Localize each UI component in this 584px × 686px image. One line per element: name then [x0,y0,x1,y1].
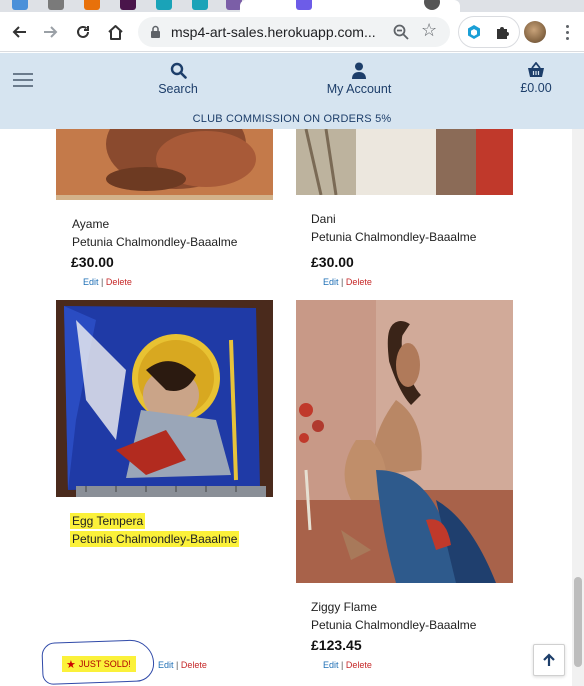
sold-label: JUST SOLD! [78,659,131,669]
tab-favicon[interactable] [156,0,172,10]
tab-favicon[interactable] [84,0,100,10]
product-image[interactable] [296,300,513,583]
back-to-top-button[interactable] [533,644,565,676]
extensions-area [458,16,520,48]
user-icon [352,62,366,79]
product-image[interactable] [56,300,273,497]
product-price: £30.00 [71,254,114,270]
browser-menu-icon[interactable] [560,20,574,44]
bookmark-star-icon[interactable]: ☆ [421,20,437,41]
product-image[interactable] [296,129,513,195]
header-account-link[interactable]: My Account [322,62,396,96]
search-label: Search [158,82,198,96]
actions-separator: | [341,277,344,287]
edit-link[interactable]: Edit [323,277,339,287]
zoom-icon[interactable] [392,23,410,41]
header-bag-link[interactable]: £0.00 [514,62,558,95]
actions-separator: | [341,660,344,670]
edit-link[interactable]: Edit [323,660,339,670]
commission-banner: CLUB COMMISSION ON ORDERS 5% [192,113,392,125]
forward-arrow-icon [44,26,58,38]
search-icon [170,62,187,79]
browser-tab-strip [0,0,584,12]
browser-toolbar: msp4-art-sales.herokuapp.com... ☆ [0,12,584,52]
tab-favicon[interactable] [120,0,136,10]
delete-link[interactable]: Delete [181,660,207,670]
product-title[interactable]: Dani [311,212,336,226]
product-image[interactable] [56,129,273,200]
page-scrollbar[interactable] [572,129,584,686]
tab-favicon[interactable] [12,0,28,10]
home-icon [107,24,123,40]
delete-link[interactable]: Delete [106,277,132,287]
product-title[interactable]: Egg Tempera [70,513,146,529]
product-artist: Petunia Chalmondley-Baaalme [311,230,477,244]
header-search-link[interactable]: Search [156,62,200,96]
site-header: Search My Account £0.00 CLUB COMMISSION … [0,53,584,129]
reload-button[interactable] [71,20,95,44]
home-button[interactable] [103,20,127,44]
puzzle-icon[interactable] [494,23,512,41]
star-icon: ★ [66,658,76,671]
highlighted-artist: Petunia Chalmondley-Baaalme [70,531,240,547]
tab-favicon[interactable] [48,0,64,10]
product-artist: Petunia Chalmondley-Baaalme [70,531,240,547]
basket-icon [528,62,544,77]
product-actions: Edit | Delete [83,277,132,287]
back-arrow-icon [12,26,26,38]
actions-separator: | [101,277,104,287]
product-actions: Edit | Delete [158,660,207,670]
edit-link[interactable]: Edit [83,277,99,287]
reload-icon [77,25,89,38]
product-price: £123.45 [311,637,362,653]
forward-button[interactable] [39,20,63,44]
edit-link[interactable]: Edit [158,660,174,670]
product-title[interactable]: Ayame [72,217,109,231]
back-button[interactable] [7,20,31,44]
tab-favicon[interactable] [192,0,208,10]
profile-avatar[interactable] [524,21,546,43]
hamburger-icon[interactable] [13,73,33,87]
product-actions: Edit | Delete [323,660,372,670]
product-artist: Petunia Chalmondley-Baaalme [72,235,238,249]
product-title[interactable]: Ziggy Flame [311,600,377,614]
delete-link[interactable]: Delete [346,660,372,670]
actions-separator: | [176,660,179,670]
arrow-up-icon [543,653,555,666]
delete-link[interactable]: Delete [346,277,372,287]
address-bar[interactable]: msp4-art-sales.herokuapp.com... ☆ [138,17,450,47]
tab-favicon[interactable] [296,0,312,10]
extension-icon[interactable] [466,24,482,40]
highlighted-title: Egg Tempera [70,513,146,529]
product-actions: Edit | Delete [323,277,372,287]
product-artist: Petunia Chalmondley-Baaalme [311,618,477,632]
lock-icon [151,25,160,38]
sold-badge: ★ JUST SOLD! [62,656,136,672]
bag-total: £0.00 [520,81,552,95]
scrollbar-thumb[interactable] [574,577,582,667]
product-price: £30.00 [311,254,354,270]
url-text[interactable]: msp4-art-sales.herokuapp.com... [171,24,376,40]
account-label: My Account [326,82,392,96]
